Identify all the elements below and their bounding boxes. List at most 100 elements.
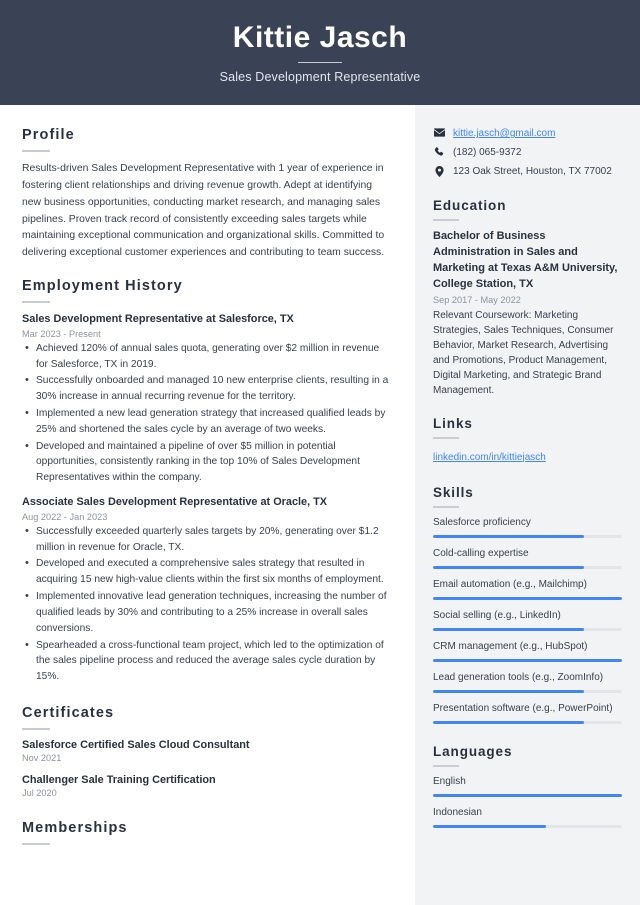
language-level-bar — [433, 793, 622, 797]
contact-email-row: kittie.jasch@gmail.com — [433, 127, 622, 141]
skill-item: CRM management (e.g., HubSpot) — [433, 640, 622, 662]
certificates-heading: Certificates — [22, 704, 115, 721]
skill-level-bar — [433, 565, 622, 569]
job-date: Aug 2022 - Jan 2023 — [22, 511, 108, 522]
certificate-date: Jul 2020 — [22, 787, 57, 798]
profile-heading: Profile — [22, 127, 75, 143]
job-title: Sales Development Representative at Sale… — [22, 313, 294, 326]
address: 123 Oak Street, Houston, TX 77002 — [453, 166, 612, 177]
links-heading-rule — [433, 436, 459, 439]
education-heading: Education — [433, 198, 507, 213]
language-label: English — [433, 775, 466, 787]
job-bullet: Developed and maintained a pipeline of o… — [22, 438, 391, 486]
languages-heading: Languages — [433, 743, 513, 759]
contact-phone-row: (182) 065-9372 — [433, 146, 622, 160]
certificate-name: Challenger Sale Training Certification — [22, 773, 216, 786]
language-level-bar — [433, 824, 622, 828]
header-divider — [298, 62, 342, 63]
skills-heading: Skills — [433, 484, 474, 500]
job-bullet: Successfully onboarded and managed 10 ne… — [22, 372, 391, 405]
skill-item: Salesforce proficiency — [433, 516, 622, 538]
certificate-name: Salesforce Certified Sales Cloud Consult… — [22, 738, 250, 751]
language-label: Indonesian — [433, 806, 482, 818]
resume-page: Kittie Jasch Sales Development Represent… — [0, 0, 640, 905]
skill-label: Salesforce proficiency — [433, 516, 531, 528]
education-description: Relevant Coursework: Marketing Strategie… — [433, 309, 614, 396]
skill-item: Cold-calling expertise — [433, 547, 622, 569]
education-heading-rule — [433, 219, 459, 221]
skill-label: Presentation software (e.g., PowerPoint) — [433, 702, 613, 714]
languages-heading-rule — [433, 764, 459, 767]
section-education: Education Bachelor of Business Administr… — [433, 198, 622, 398]
skill-level-fill — [433, 658, 622, 662]
section-profile: Profile Results-driven Sales Development… — [22, 127, 391, 262]
employment-heading-rule — [22, 301, 50, 304]
skill-label: Social selling (e.g., LinkedIn) — [433, 609, 561, 621]
skill-label: CRM management (e.g., HubSpot) — [433, 640, 588, 652]
language-level-fill — [433, 824, 547, 828]
section-skills: Skills Salesforce proficiency Cold-calli… — [433, 485, 622, 724]
skill-level-bar — [433, 534, 622, 538]
skills-heading-rule — [433, 505, 459, 508]
job-entry: Associate Sales Development Representati… — [22, 495, 391, 685]
skill-level-bar — [433, 658, 622, 662]
skill-level-fill — [433, 534, 585, 538]
job-bullet-list: Successfully exceeded quarterly sales ta… — [22, 523, 391, 685]
links-heading: Links — [433, 415, 473, 431]
skill-level-fill — [433, 627, 585, 631]
skill-label: Lead generation tools (e.g., ZoomInfo) — [433, 671, 604, 683]
skill-level-fill — [433, 720, 585, 724]
location-pin-icon — [433, 165, 445, 177]
language-item: English — [433, 775, 622, 797]
email-link[interactable]: kittie.jasch@gmail.com — [453, 127, 555, 141]
employment-heading: Employment History — [22, 278, 183, 295]
profile-text: Results-driven Sales Development Represe… — [22, 163, 385, 259]
job-entry: Sales Development Representative at Sale… — [22, 312, 391, 486]
job-bullet: Implemented innovative lead generation t… — [22, 588, 391, 636]
skill-item: Presentation software (e.g., PowerPoint) — [433, 702, 622, 724]
skill-level-fill — [433, 689, 585, 693]
skill-item: Email automation (e.g., Mailchimp) — [433, 578, 622, 600]
sidebar-column: kittie.jasch@gmail.com (182) 065-9372 12… — [415, 105, 640, 905]
job-bullet: Developed and executed a comprehensive s… — [22, 555, 391, 588]
skill-level-bar — [433, 720, 622, 724]
skill-level-fill — [433, 596, 622, 600]
memberships-heading: Memberships — [22, 819, 128, 836]
job-bullet: Successfully exceeded quarterly sales ta… — [22, 523, 391, 556]
certificate-entry: Salesforce Certified Sales Cloud Consult… — [22, 739, 391, 763]
skill-item: Lead generation tools (e.g., ZoomInfo) — [433, 671, 622, 693]
phone-number: (182) 065-9372 — [453, 147, 522, 158]
candidate-name: Kittie Jasch — [232, 21, 408, 54]
language-item: Indonesian — [433, 806, 622, 828]
job-title: Associate Sales Development Representati… — [22, 496, 328, 509]
certificates-heading-rule — [22, 727, 50, 730]
certificate-entry: Challenger Sale Training Certification J… — [22, 774, 391, 798]
section-certificates: Certificates Salesforce Certified Sales … — [22, 705, 391, 798]
contact-address-row: 123 Oak Street, Houston, TX 77002 — [433, 165, 622, 179]
contact-details: kittie.jasch@gmail.com (182) 065-9372 12… — [433, 127, 622, 179]
main-column: Profile Results-driven Sales Development… — [0, 105, 415, 905]
education-date: Sep 2017 - May 2022 — [433, 294, 521, 305]
certificate-date: Nov 2021 — [22, 752, 62, 763]
skill-level-fill — [433, 565, 585, 569]
section-memberships: Memberships — [22, 820, 391, 845]
resume-body: Profile Results-driven Sales Development… — [0, 105, 640, 905]
job-bullet: Implemented a new lead generation strate… — [22, 405, 391, 438]
job-date: Mar 2023 - Present — [22, 328, 101, 339]
skill-level-bar — [433, 596, 622, 600]
skill-label: Cold-calling expertise — [433, 547, 529, 559]
education-degree: Bachelor of Business Administration in S… — [433, 230, 618, 290]
section-links: Links linkedin.com/in/kittiejasch — [433, 416, 622, 465]
skill-label: Email automation (e.g., Mailchimp) — [433, 578, 587, 590]
section-employment-history: Employment History Sales Development Rep… — [22, 278, 391, 685]
job-bullet: Spearheaded a cross-functional team proj… — [22, 636, 391, 685]
job-bullet-list: Achieved 120% of annual sales quota, gen… — [22, 340, 391, 486]
job-bullet: Achieved 120% of annual sales quota, gen… — [22, 340, 391, 373]
profile-heading-rule — [22, 150, 50, 152]
memberships-heading-rule — [22, 842, 50, 845]
language-level-fill — [433, 793, 622, 797]
skill-level-bar — [433, 689, 622, 693]
linkedin-link[interactable]: linkedin.com/in/kittiejasch — [433, 452, 546, 463]
skill-level-bar — [433, 627, 622, 631]
candidate-job-title: Sales Development Representative — [219, 70, 421, 84]
